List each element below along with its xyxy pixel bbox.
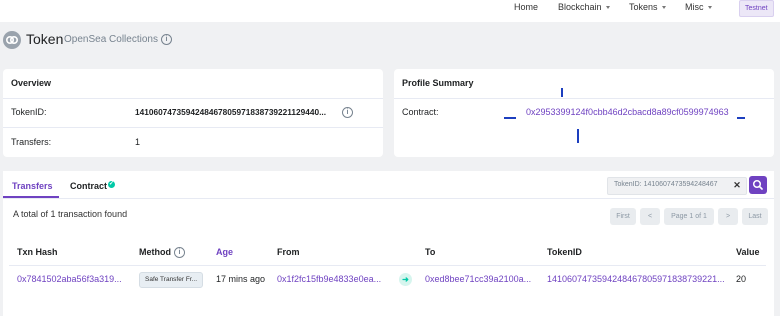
pagination-prev[interactable]: < — [640, 208, 660, 225]
check-icon: ✓ — [108, 181, 116, 188]
caret-down-icon — [605, 6, 610, 10]
pagination-next[interactable]: > — [718, 208, 738, 225]
caret-down-icon — [707, 6, 712, 10]
tab-contract[interactable]: Contract ✓ — [70, 181, 116, 191]
nav-home[interactable]: Home — [514, 2, 538, 12]
arrow-right-icon: ➜ — [399, 273, 412, 286]
txn-hash-link[interactable]: 0x7841502aba56f3a319... — [17, 274, 122, 284]
tab-transfers[interactable]: Transfers — [12, 181, 53, 191]
contract-row: Contract: 0x2953399124f0cbb46d2cbacd8a89… — [394, 98, 774, 127]
column-header-from: From — [277, 247, 300, 257]
column-header-to: To — [425, 247, 436, 257]
age-cell: 17 mins ago — [216, 274, 266, 284]
info-icon[interactable]: i — [174, 247, 185, 259]
pagination-page-indicator: Page 1 of 1 — [664, 208, 714, 225]
nav-tokens-label: Tokens — [629, 2, 658, 12]
highlight-marker — [737, 117, 745, 119]
profile-summary-heading: Profile Summary — [402, 78, 474, 88]
value-cell: 20 — [736, 274, 747, 284]
token-filter-value: TokenID: 1410607473594248467 — [614, 181, 718, 188]
token-id-link[interactable]: 141060747359424846780597183873922​1... — [547, 274, 725, 284]
nav-misc[interactable]: Misc — [685, 2, 712, 12]
overview-header: Overview — [3, 69, 383, 99]
page-subtitle: OpenSea Collections i — [64, 34, 172, 45]
overview-card: Overview TokenID: 1410607473594248467805… — [3, 69, 383, 157]
profile-summary-header: Profile Summary — [394, 69, 774, 99]
network-badge[interactable]: Testnet — [739, 0, 774, 17]
tabs-divider — [3, 198, 774, 199]
highlight-marker — [504, 117, 516, 119]
transfers-value: 1 — [135, 137, 141, 147]
caret-down-icon — [661, 6, 666, 10]
from-address-link[interactable]: 0x1f2fc15fb9e4833e0ea... — [277, 274, 381, 284]
top-navbar: Home Blockchain Tokens Misc Testnet — [0, 0, 780, 22]
transfers-label: Transfers: — [11, 137, 52, 147]
pagination-first[interactable]: First — [610, 208, 636, 225]
info-icon[interactable]: i — [160, 34, 172, 45]
page-subtitle-text: OpenSea Collections — [64, 34, 158, 46]
highlight-marker — [561, 88, 563, 97]
column-header-token-id: TokenID — [547, 247, 582, 257]
column-header-age[interactable]: Age — [216, 247, 233, 257]
logo-icon — [3, 31, 21, 49]
transaction-count-summary: A total of 1 transaction found — [13, 209, 128, 219]
tab-contract-label: Contract — [70, 181, 108, 191]
nav-tokens[interactable]: Tokens — [629, 2, 666, 12]
token-id-label: TokenID: — [11, 107, 47, 117]
info-icon[interactable]: i — [342, 107, 353, 118]
token-id-value: 14106074735942484678059718387392211294​4… — [135, 107, 327, 117]
transfers-row: Transfers: 1 — [3, 128, 383, 157]
column-header-value: Value — [736, 247, 760, 257]
column-header-method-label: Method — [139, 247, 171, 257]
highlight-marker — [577, 129, 579, 143]
column-header-txn-hash: Txn Hash — [17, 247, 58, 257]
transfers-panel: Transfers Contract ✓ TokenID: 14106074735… — [3, 171, 774, 316]
close-icon[interactable]: ✕ — [729, 177, 745, 193]
contract-label: Contract: — [402, 107, 439, 117]
profile-summary-card: Profile Summary Contract: 0x2953399124f0… — [394, 69, 774, 157]
search-icon — [752, 179, 763, 190]
overview-heading: Overview — [11, 78, 52, 88]
token-filter-input[interactable]: TokenID: 1410607473594248467 — [607, 177, 747, 195]
contract-address-link[interactable]: 0x2953399124f0cbb46d2cbacd8a89cf05999749… — [526, 107, 729, 117]
token-id-row: TokenID: 1410607473594248467805971838739… — [3, 98, 383, 127]
nav-misc-label: Misc — [685, 2, 704, 12]
pagination-last[interactable]: Last — [742, 208, 768, 225]
nav-blockchain-label: Blockchain — [558, 2, 602, 12]
column-header-method: Method i — [139, 247, 185, 259]
method-badge: Safe Transfer Fr... — [139, 272, 204, 288]
to-address-link[interactable]: 0xed8bee71cc39a2100a... — [425, 274, 531, 284]
table-header-divider — [9, 265, 766, 266]
search-button[interactable] — [749, 176, 767, 194]
page-title: Token — [26, 31, 64, 47]
nav-blockchain[interactable]: Blockchain — [558, 2, 610, 12]
